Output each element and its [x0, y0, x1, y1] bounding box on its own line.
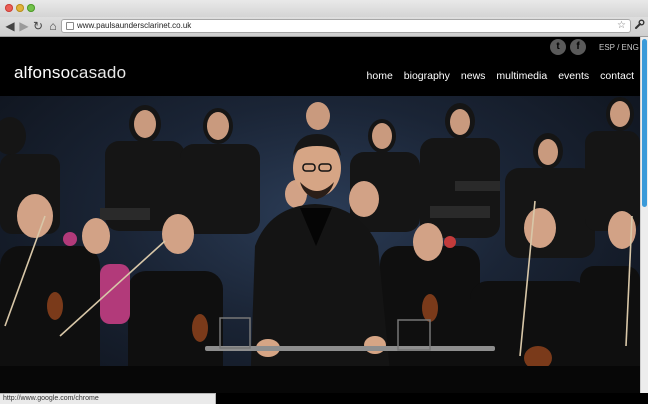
zoom-window-button[interactable] [27, 4, 35, 12]
forward-arrow-icon[interactable]: ▶ [17, 19, 31, 33]
menu-item-home[interactable]: home [367, 70, 393, 82]
browser-toolbar: ◀ ▶ ↻ ⌂ www.paulsaundersclarinet.co.uk ☆ [0, 17, 648, 37]
status-bar: http://www.google.com/chrome [0, 393, 216, 404]
window-title-bar [0, 0, 648, 17]
page-icon [66, 22, 74, 30]
address-bar-text[interactable]: www.paulsaundersclarinet.co.uk [77, 20, 191, 32]
page-scrollbar[interactable] [640, 37, 648, 393]
wrench-icon [635, 19, 645, 29]
close-window-button[interactable] [5, 4, 13, 12]
menu-item-biography[interactable]: biography [404, 70, 450, 82]
back-arrow-icon[interactable]: ◀ [3, 19, 17, 33]
menu-item-news[interactable]: news [461, 70, 486, 82]
menu-item-events[interactable]: events [558, 70, 589, 82]
twitter-icon[interactable]: t [550, 39, 566, 55]
main-menu: home biography news multimedia events co… [367, 70, 634, 82]
language-switcher[interactable]: ESP / ENG [599, 43, 639, 52]
conductor-photo-illustration [0, 97, 640, 393]
wrench-menu-icon[interactable] [633, 19, 646, 33]
logo-last-name: casado [70, 63, 127, 82]
minimize-window-button[interactable] [16, 4, 24, 12]
home-icon[interactable]: ⌂ [46, 19, 60, 33]
site-logo[interactable]: alfonsocasado [14, 63, 126, 83]
facebook-icon[interactable]: f [570, 39, 586, 55]
reload-icon[interactable]: ↻ [31, 19, 45, 33]
logo-first-name: alfonso [14, 63, 71, 82]
scrollbar-thumb[interactable] [642, 39, 647, 207]
menu-item-contact[interactable]: contact [600, 70, 634, 82]
hero-orchestra-photo [0, 96, 640, 393]
address-bar[interactable]: www.paulsaundersclarinet.co.uk ☆ [61, 19, 631, 33]
website-viewport: t f ESP / ENG alfonsocasado home biograp… [0, 37, 640, 393]
menu-item-multimedia[interactable]: multimedia [496, 70, 547, 82]
bookmark-star-icon[interactable]: ☆ [617, 20, 626, 32]
status-bar-filler [216, 393, 648, 404]
